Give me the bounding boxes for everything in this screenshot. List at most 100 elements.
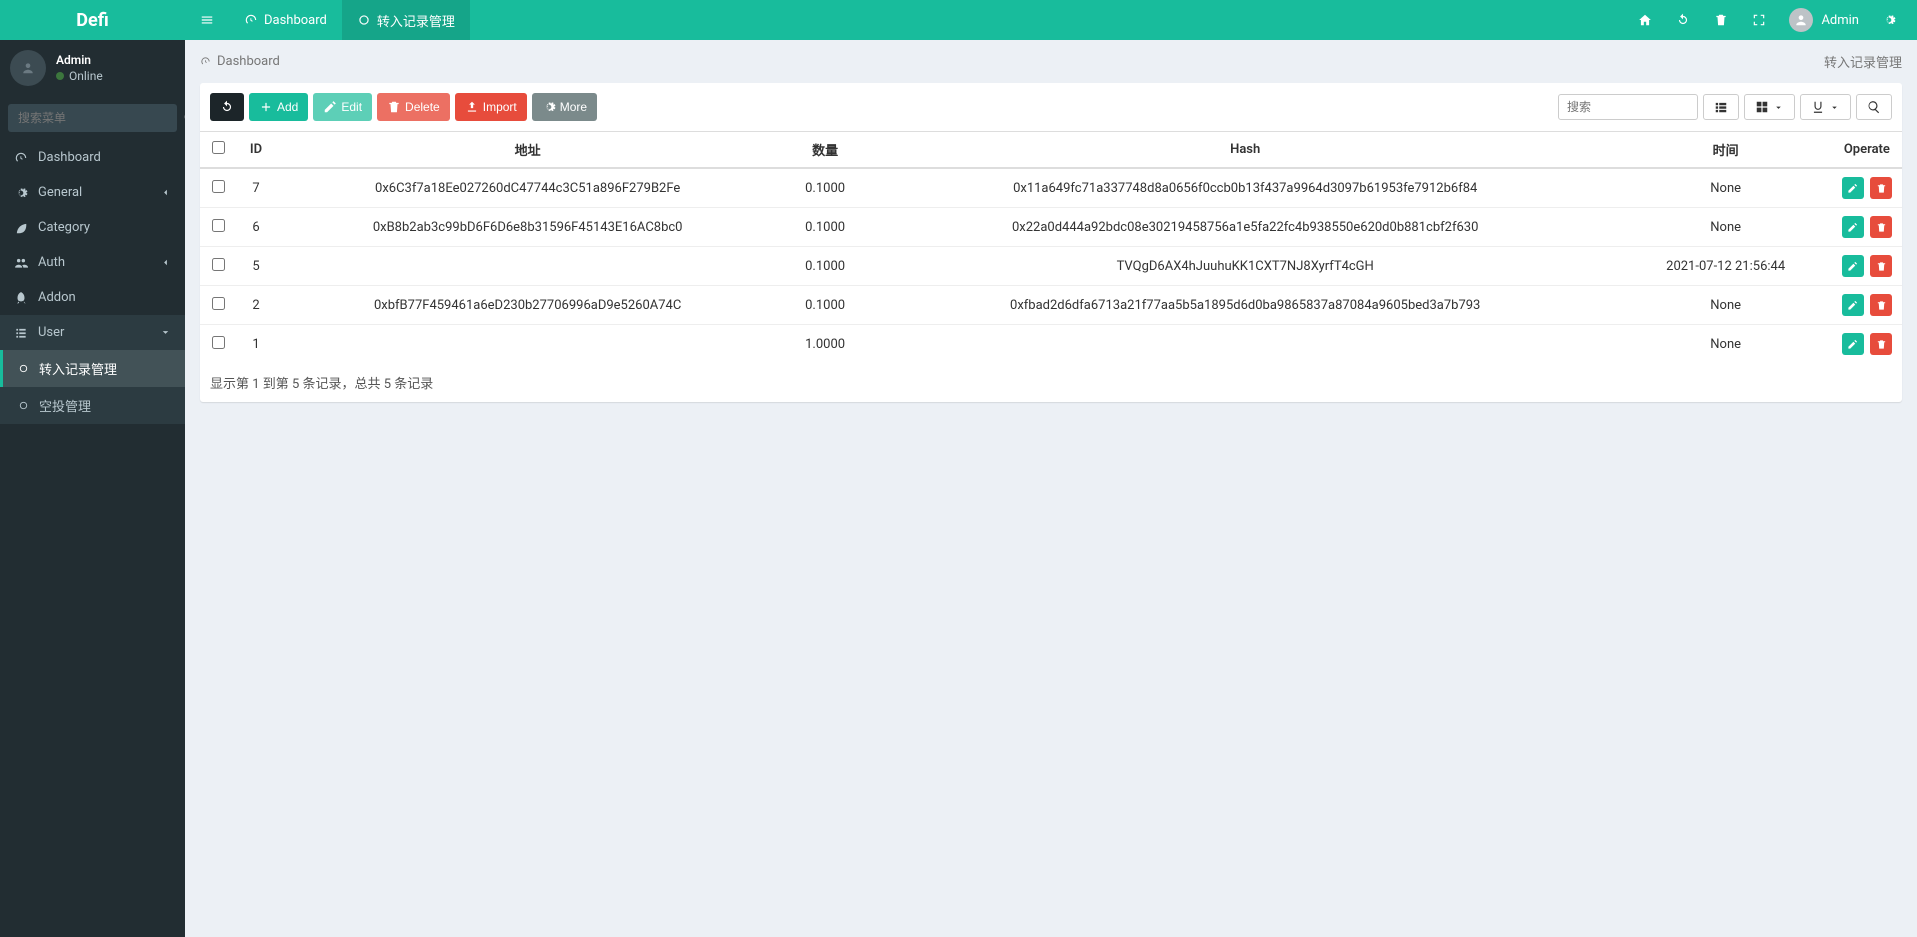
row-delete-button[interactable] xyxy=(1870,177,1892,199)
table-row: 5 0.1000 TVQgD6AX4hJuuhuKK1CXT7NJ8XyrfT4… xyxy=(200,247,1902,286)
cell-addr xyxy=(276,325,779,364)
cell-time: None xyxy=(1620,325,1832,364)
cell-addr xyxy=(276,247,779,286)
col-time[interactable]: 时间 xyxy=(1620,132,1832,169)
row-checkbox[interactable] xyxy=(212,180,225,193)
nav-trash[interactable] xyxy=(1703,0,1739,40)
more-button[interactable]: More xyxy=(532,93,597,121)
delete-button[interactable]: Delete xyxy=(377,93,450,121)
row-delete-button[interactable] xyxy=(1870,216,1892,238)
table-row: 2 0xbfB77F459461a6eD230b27706996aD9e5260… xyxy=(200,286,1902,325)
user-icon xyxy=(21,61,35,75)
export-button[interactable] xyxy=(1800,94,1851,120)
col-addr[interactable]: 地址 xyxy=(276,132,779,169)
row-checkbox[interactable] xyxy=(212,219,225,232)
cell-time: None xyxy=(1620,208,1832,247)
view-grid-button[interactable] xyxy=(1744,94,1795,120)
pencil-icon xyxy=(1847,261,1858,272)
sidebar-subitem[interactable]: 转入记录管理 xyxy=(0,350,185,387)
dashboard-icon xyxy=(14,151,28,165)
cell-hash xyxy=(871,325,1620,364)
brand-logo[interactable]: Defi xyxy=(0,0,185,40)
sidebar-search-input[interactable] xyxy=(8,104,183,132)
add-button[interactable]: Add xyxy=(249,93,308,121)
row-edit-button[interactable] xyxy=(1842,255,1864,277)
row-edit-button[interactable] xyxy=(1842,216,1864,238)
circle-icon xyxy=(357,13,371,27)
plus-icon xyxy=(259,100,273,114)
table-footer: 显示第 1 到第 5 条记录，总共 5 条记录 xyxy=(200,363,1902,402)
sidebar-user-name: Admin xyxy=(56,53,103,67)
row-delete-button[interactable] xyxy=(1870,294,1892,316)
cell-amount: 0.1000 xyxy=(779,208,871,247)
expand-icon xyxy=(1752,13,1766,27)
sidebar-item[interactable]: User xyxy=(0,315,185,350)
col-amount[interactable]: 数量 xyxy=(779,132,871,169)
row-delete-button[interactable] xyxy=(1870,333,1892,355)
cell-id: 5 xyxy=(236,247,276,286)
sidebar-item[interactable]: Category xyxy=(0,210,185,245)
sidebar-item[interactable]: Addon xyxy=(0,280,185,315)
trash-icon xyxy=(1714,13,1728,27)
nav-settings[interactable] xyxy=(1871,0,1907,40)
col-hash[interactable]: Hash xyxy=(871,132,1620,169)
nav-fullscreen[interactable] xyxy=(1741,0,1777,40)
sidebar-toggle[interactable] xyxy=(185,0,229,40)
sidebar-subitem[interactable]: 空投管理 xyxy=(0,387,185,424)
nav-user-name: Admin xyxy=(1821,13,1859,28)
sidebar-avatar xyxy=(10,50,46,86)
cell-id: 6 xyxy=(236,208,276,247)
pencil-icon xyxy=(323,100,337,114)
records-table: ID 地址 数量 Hash 时间 Operate 7 0x6C3f7a18Ee0… xyxy=(200,131,1902,363)
row-edit-button[interactable] xyxy=(1842,177,1864,199)
row-edit-button[interactable] xyxy=(1842,333,1864,355)
nav-tab[interactable]: 转入记录管理 xyxy=(342,0,470,40)
status-dot-icon xyxy=(56,72,64,80)
home-icon xyxy=(1638,13,1652,27)
dashboard-icon xyxy=(244,13,258,27)
user-icon xyxy=(1794,13,1808,27)
import-button[interactable]: Import xyxy=(455,93,527,121)
cell-addr: 0x6C3f7a18Ee027260dC47744c3C51a896F279B2… xyxy=(276,168,779,208)
cell-addr: 0xB8b2ab3c99bD6F6D6e8b31596F45143E16AC8b… xyxy=(276,208,779,247)
col-operate[interactable]: Operate xyxy=(1832,132,1902,169)
user-avatar-small xyxy=(1789,8,1813,32)
nav-user[interactable]: Admin xyxy=(1779,0,1869,40)
row-checkbox[interactable] xyxy=(212,297,225,310)
row-checkbox[interactable] xyxy=(212,336,225,349)
nav-home[interactable] xyxy=(1627,0,1663,40)
sidebar-item[interactable]: Auth xyxy=(0,245,185,280)
breadcrumb[interactable]: Dashboard xyxy=(200,54,280,69)
search-input[interactable] xyxy=(1558,94,1698,120)
rocket-icon xyxy=(14,291,28,305)
row-checkbox[interactable] xyxy=(212,258,225,271)
nav-tab[interactable]: Dashboard xyxy=(229,0,342,40)
pencil-icon xyxy=(1847,300,1858,311)
trash-icon xyxy=(1876,183,1887,194)
sidebar-item[interactable]: Dashboard xyxy=(0,140,185,175)
table-row: 1 1.0000 None xyxy=(200,325,1902,364)
table-row: 6 0xB8b2ab3c99bD6F6D6e8b31596F45143E16AC… xyxy=(200,208,1902,247)
trash-icon xyxy=(1876,261,1887,272)
pencil-icon xyxy=(1847,183,1858,194)
table-row: 7 0x6C3f7a18Ee027260dC47744c3C51a896F279… xyxy=(200,168,1902,208)
group-icon xyxy=(14,256,28,270)
cell-hash: 0xfbad2d6dfa6713a21f77aa5b5a1895d6d0ba98… xyxy=(871,286,1620,325)
search-icon xyxy=(1867,100,1881,114)
select-all-checkbox[interactable] xyxy=(212,141,225,154)
leaf-icon xyxy=(14,221,28,235)
edit-button[interactable]: Edit xyxy=(313,93,372,121)
sidebar-item[interactable]: General xyxy=(0,175,185,210)
sidebar-search-button[interactable] xyxy=(183,104,185,132)
refresh-button[interactable] xyxy=(210,93,244,121)
trash-icon xyxy=(1876,222,1887,233)
sidebar-user-status: Online xyxy=(56,69,103,83)
view-list-button[interactable] xyxy=(1703,94,1739,120)
row-delete-button[interactable] xyxy=(1870,255,1892,277)
search-toggle-button[interactable] xyxy=(1856,94,1892,120)
cell-time: 2021-07-12 21:56:44 xyxy=(1620,247,1832,286)
row-edit-button[interactable] xyxy=(1842,294,1864,316)
col-id[interactable]: ID xyxy=(236,132,276,169)
nav-refresh[interactable] xyxy=(1665,0,1701,40)
cell-id: 7 xyxy=(236,168,276,208)
